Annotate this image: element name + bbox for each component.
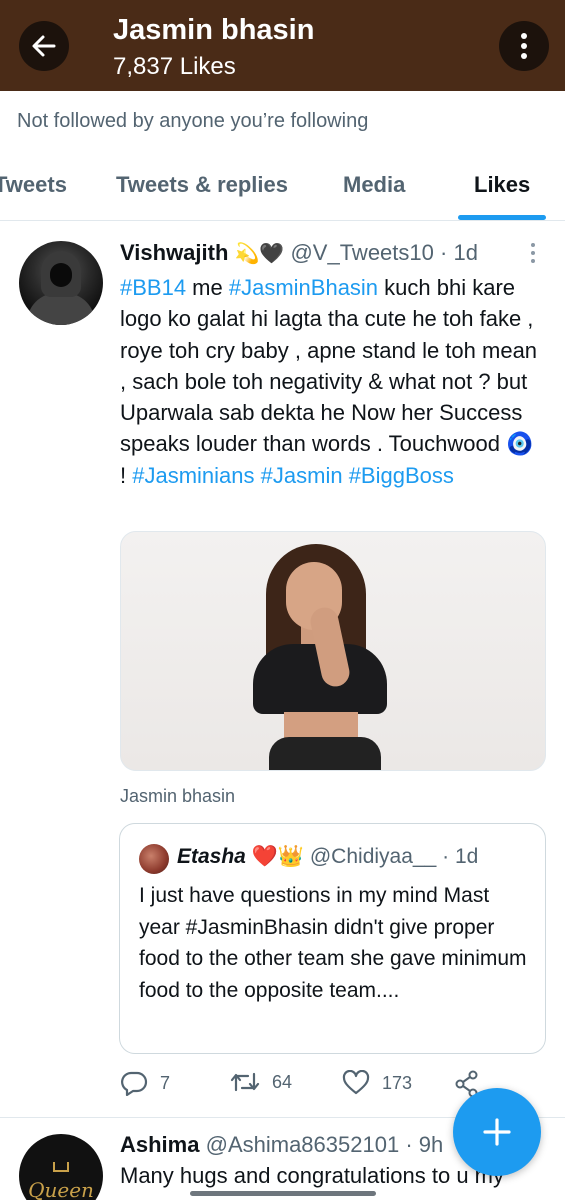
compose-tweet-button[interactable] — [453, 1088, 541, 1176]
tab-tweets-replies[interactable]: Tweets & replies — [116, 172, 288, 198]
media-caption: Jasmin bhasin — [120, 786, 236, 806]
reply-button[interactable]: 7 — [120, 1070, 170, 1096]
tweet-author-name[interactable]: Vishwajith — [120, 240, 228, 265]
tab-tweets[interactable]: Tweets — [0, 172, 67, 198]
more-options-button[interactable] — [499, 21, 549, 71]
quoted-tweet-text: I just have questions in my mind Mast ye… — [139, 884, 527, 1002]
tweet-author-name[interactable]: Ashima — [120, 1132, 199, 1157]
followers-you-know-note: Not followed by anyone you’re following — [17, 110, 369, 132]
tweet-more-button[interactable] — [526, 243, 540, 263]
quoted-author-emoji: ❤️👑 — [251, 845, 305, 868]
tweet-header: Vishwajith 💫🖤 @V_Tweets10 · 1d — [120, 240, 478, 266]
quoted-author-handle: @Chidiyaa__ — [309, 845, 437, 868]
like-count: 173 — [382, 1072, 413, 1093]
tweet-text-segment: kuch bhi kare logo ko galat hi lagta tha… — [120, 275, 538, 488]
quoted-tweet-header: Etasha ❤️👑 @Chidiyaa__ · 1d — [177, 845, 478, 869]
tweet-media-image[interactable] — [120, 531, 546, 771]
crown-icon — [53, 1162, 69, 1172]
separator-dot: · — [442, 845, 450, 868]
avatar-logo-text: Queen — [28, 1178, 94, 1200]
tweet-author-handle[interactable]: @Ashima86352101 — [206, 1132, 400, 1157]
active-tab-indicator — [458, 215, 546, 220]
separator-dot: · — [405, 1132, 413, 1157]
arrow-left-icon — [32, 35, 56, 57]
hashtag-link[interactable]: #Jasminians — [132, 463, 254, 488]
tweet-text: #BB14 me #JasminBhasin kuch bhi kare log… — [120, 272, 540, 491]
reply-count: 7 — [160, 1072, 171, 1093]
more-vertical-icon — [526, 243, 540, 263]
heart-icon — [342, 1070, 370, 1095]
avatar[interactable] — [19, 241, 103, 325]
quoted-tweet[interactable]: Etasha ❤️👑 @Chidiyaa__ · 1d I just have … — [119, 823, 546, 1054]
reply-icon — [121, 1071, 148, 1096]
hashtag-link[interactable]: #JasminBhasin — [229, 275, 378, 300]
tweet-header: Ashima @Ashima86352101 · 9h — [120, 1132, 443, 1158]
retweet-count: 64 — [272, 1071, 293, 1092]
tweet-timestamp[interactable]: 1d — [453, 240, 477, 265]
hashtag-link[interactable]: #BiggBoss — [349, 463, 454, 488]
tweet-text-segment: me — [186, 275, 229, 300]
retweet-icon — [230, 1072, 260, 1092]
tweet-author-handle[interactable]: @V_Tweets10 — [290, 240, 433, 265]
hashtag-link[interactable]: #Jasmin — [261, 463, 343, 488]
tab-media[interactable]: Media — [343, 172, 405, 198]
author-emoji: 💫🖤 — [234, 243, 285, 265]
profile-tabs: Tweets Tweets & replies Media Likes — [0, 150, 565, 221]
profile-header: Jasmin bhasin 7,837 Likes — [0, 0, 565, 91]
avatar[interactable]: Queen — [19, 1134, 103, 1200]
avatar — [139, 844, 169, 874]
more-vertical-icon — [521, 33, 527, 59]
separator-dot: · — [440, 240, 448, 265]
likes-count: 7,837 Likes — [113, 53, 236, 80]
hashtag-link[interactable]: #BB14 — [120, 275, 186, 300]
plus-icon — [483, 1118, 511, 1146]
tweet-text: Many hugs and congratulations to u my — [120, 1163, 505, 1188]
tweet-timestamp[interactable]: 9h — [419, 1132, 443, 1157]
like-button[interactable]: 173 — [342, 1070, 412, 1096]
home-indicator — [190, 1191, 376, 1196]
back-button[interactable] — [19, 21, 69, 71]
quoted-tweet-timestamp: 1d — [454, 845, 479, 868]
quoted-author-name: Etasha — [177, 845, 246, 868]
retweet-button[interactable]: 64 — [230, 1070, 292, 1094]
profile-name-title: Jasmin bhasin — [113, 14, 315, 46]
tab-likes[interactable]: Likes — [474, 172, 530, 198]
